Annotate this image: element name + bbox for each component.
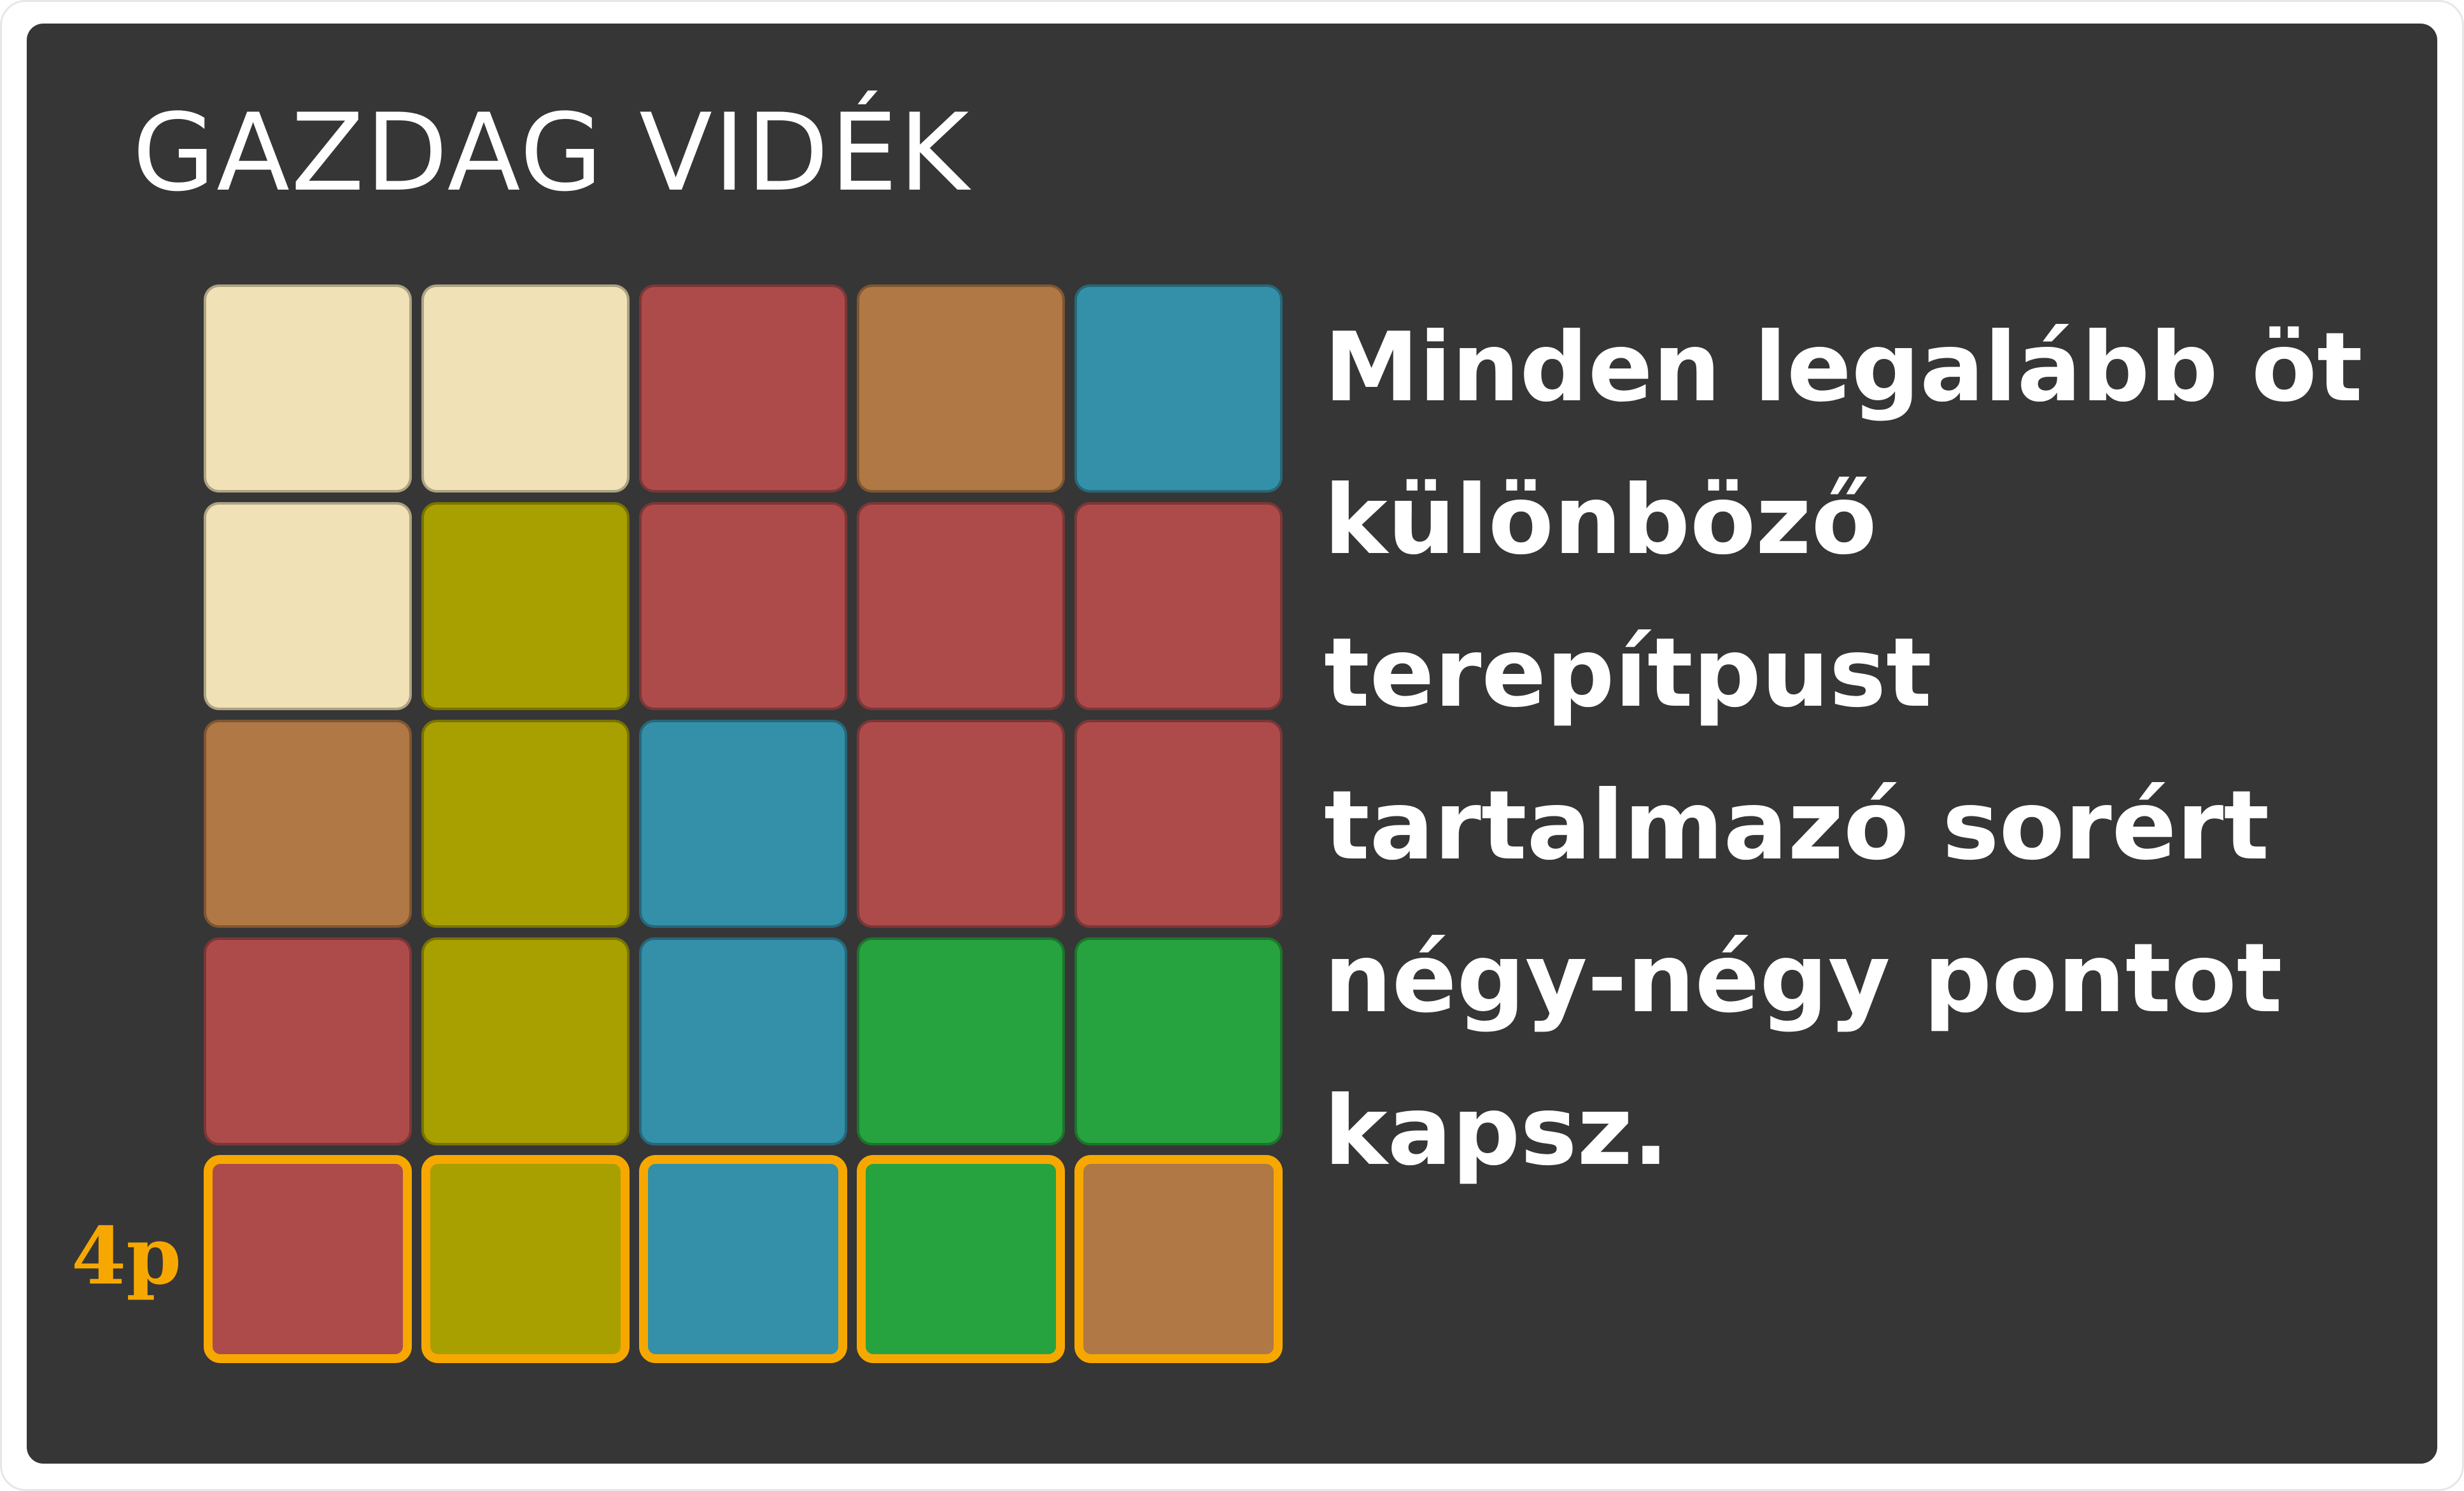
- tile-olive: [421, 937, 630, 1145]
- tile-blue: [639, 720, 847, 928]
- tile-sand: [204, 502, 412, 710]
- tile-green: [857, 1155, 1065, 1363]
- tile-sand: [204, 284, 412, 493]
- tile-red: [204, 937, 412, 1145]
- tile-olive: [421, 1155, 630, 1363]
- tile-blue: [639, 1155, 847, 1363]
- tile-blue: [639, 937, 847, 1145]
- tile-olive: [421, 502, 630, 710]
- tile-red: [857, 720, 1065, 928]
- tile-red: [1074, 720, 1283, 928]
- tile-olive: [421, 720, 630, 928]
- tile-green: [857, 937, 1065, 1145]
- tile-red: [857, 502, 1065, 710]
- tile-red: [1074, 502, 1283, 710]
- tile-red: [204, 1155, 412, 1363]
- tile-green: [1074, 937, 1283, 1145]
- tile-sand: [421, 284, 630, 493]
- card-description: Minden legalább öt különböző terepítpust…: [1324, 312, 2363, 1187]
- tile-red: [639, 502, 847, 710]
- tile-brown: [857, 284, 1065, 493]
- tile-red: [639, 284, 847, 493]
- tile-blue: [1074, 284, 1283, 493]
- tile-brown: [204, 720, 412, 928]
- score-label: 4p: [71, 1210, 181, 1303]
- tile-brown: [1074, 1155, 1283, 1363]
